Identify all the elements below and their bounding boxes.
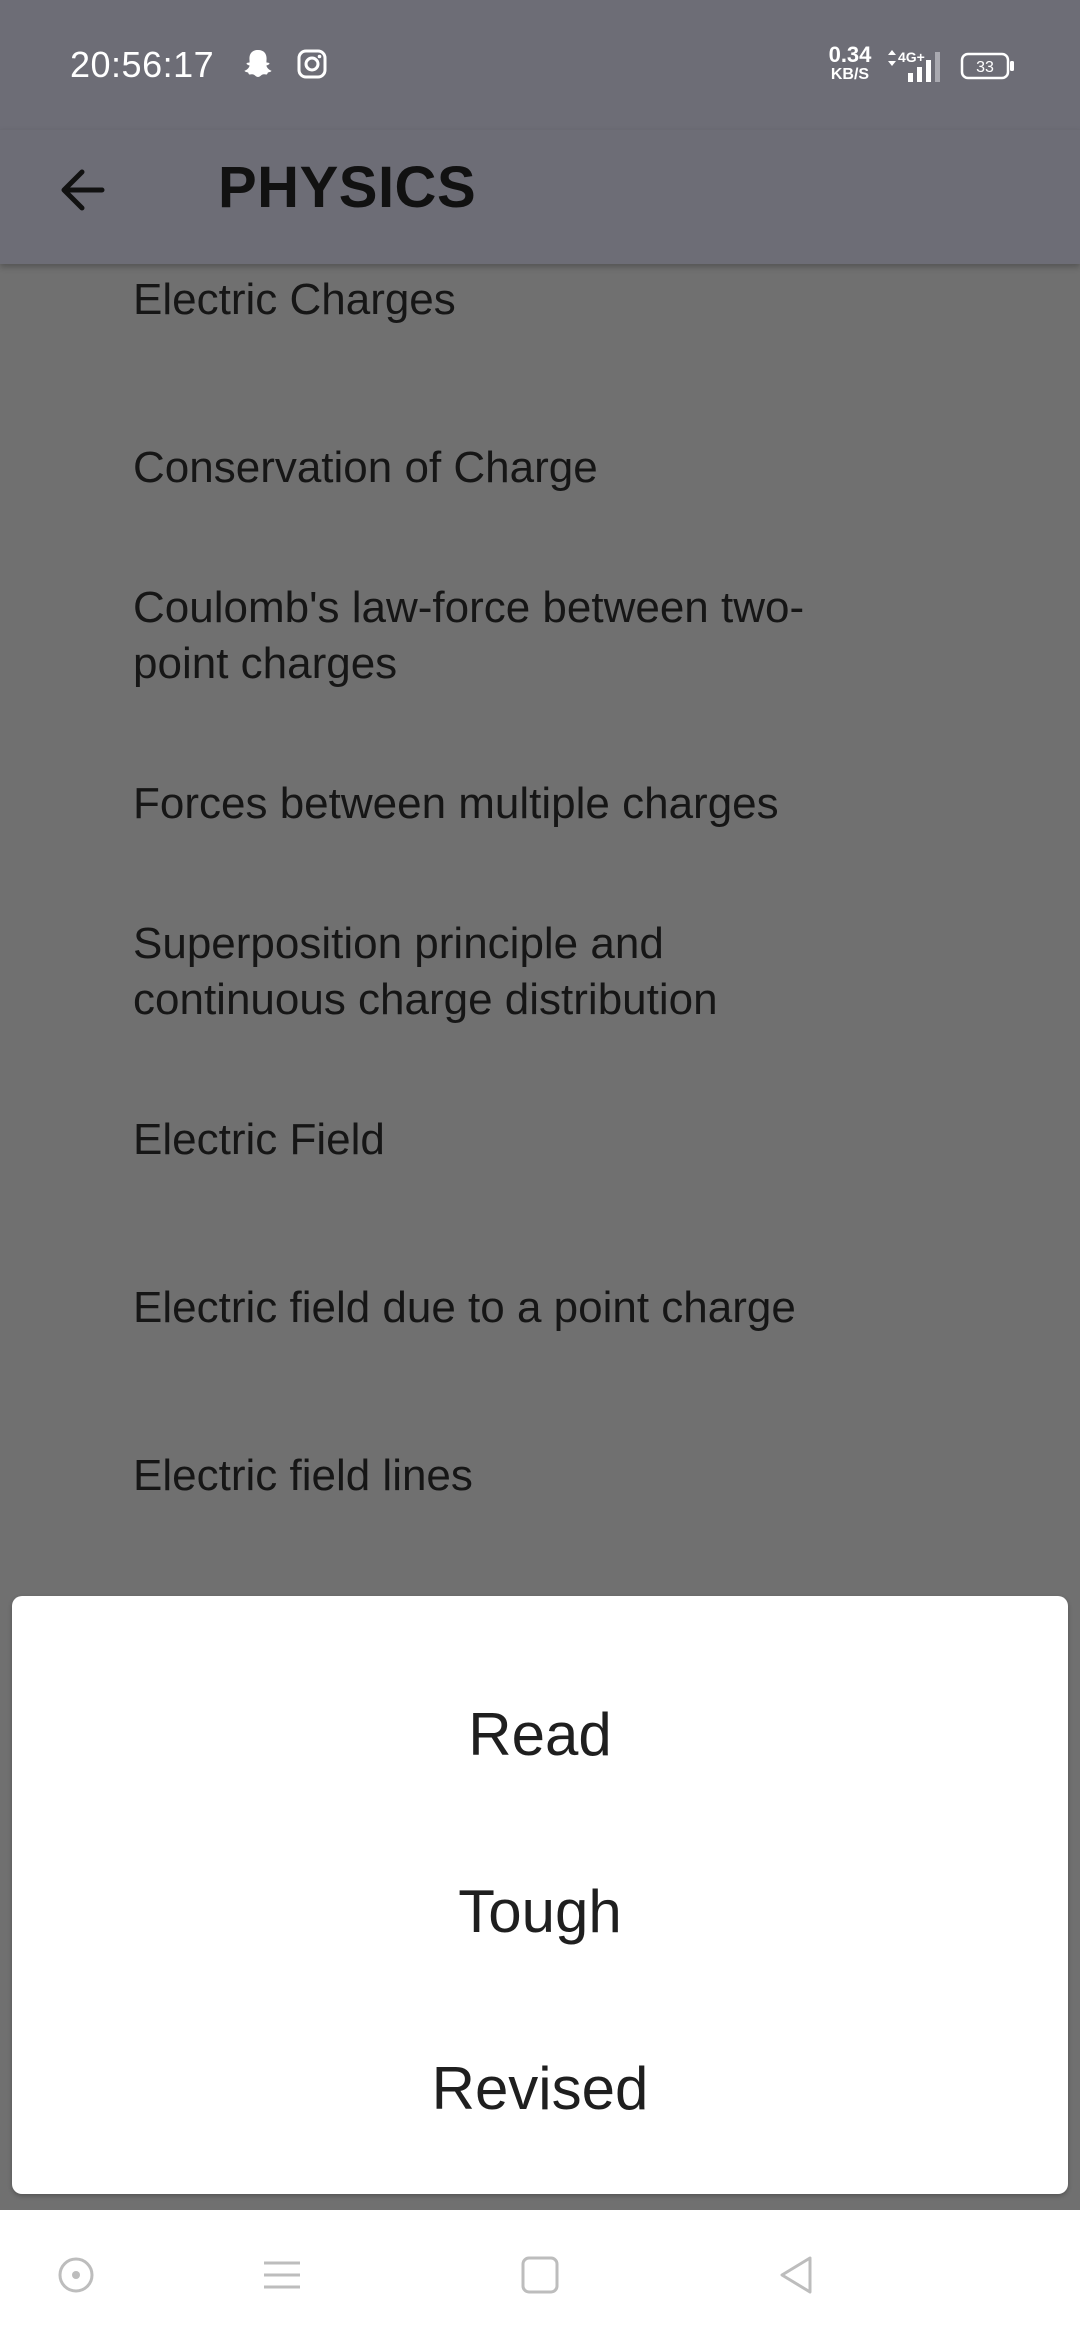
home-icon[interactable] [520, 2255, 560, 2295]
topic-item[interactable]: Electric field due to a point charge [133, 1280, 953, 1336]
topic-item[interactable]: Superposition principle and continuous c… [133, 916, 953, 1028]
topic-label: Electric Charges [133, 275, 456, 324]
network-type-label: 4G+ [898, 49, 925, 65]
topic-item[interactable]: Coulomb's law-force between two- point c… [133, 580, 953, 692]
menu-icon[interactable] [262, 2255, 302, 2295]
app-bar: PHYSICS [0, 130, 1080, 264]
topic-label: Electric field due to a point charge [133, 1283, 796, 1332]
back-nav-icon[interactable] [776, 2255, 816, 2295]
network-speed: 0.34 KB/S [820, 44, 880, 83]
topic-item[interactable]: Electric Field [133, 1112, 953, 1168]
status-options-sheet: Read Tough Revised [12, 1596, 1068, 2194]
status-time: 20:56:17 [70, 44, 215, 85]
assistant-icon[interactable] [56, 2255, 96, 2295]
topic-label: Forces between multiple charges [133, 779, 779, 828]
topic-item[interactable]: Forces between multiple charges [133, 776, 953, 832]
topic-item[interactable]: Electric field lines [133, 1448, 953, 1504]
topic-item[interactable]: Conservation of Charge [133, 440, 953, 496]
topic-label-line2: continuous charge distribution [133, 975, 718, 1024]
topic-item[interactable]: Electric Charges [133, 272, 953, 328]
option-revised[interactable]: Revised [12, 2028, 1068, 2148]
network-speed-unit: KB/S [830, 66, 870, 83]
topic-label: Electric Field [133, 1115, 385, 1164]
back-arrow-icon[interactable] [52, 158, 116, 222]
instagram-icon [297, 49, 327, 79]
system-nav-bar [0, 2210, 1080, 2340]
option-read[interactable]: Read [12, 1674, 1068, 1794]
snapchat-icon [244, 50, 272, 77]
topic-label: Coulomb's law-force between two- [133, 583, 805, 632]
status-bar: 20:56:17 0.34 KB/S 4G+ 33 [0, 0, 1080, 130]
battery-icon: 33 [960, 52, 1014, 80]
battery-level: 33 [976, 59, 994, 76]
topic-label-line2: point charges [133, 639, 398, 688]
signal-icon: 4G+ [888, 49, 940, 82]
topic-label: Electric field lines [133, 1451, 473, 1500]
topic-label: Conservation of Charge [133, 443, 598, 492]
screen: 20:56:17 0.34 KB/S 4G+ 33 PHYSICS Electr… [0, 0, 1080, 2340]
network-speed-value: 0.34 [828, 42, 872, 67]
option-tough[interactable]: Tough [12, 1851, 1068, 1971]
page-title: PHYSICS [218, 155, 477, 220]
topic-list: Electric Charges Conservation of Charge … [0, 264, 1080, 1594]
topic-label: Superposition principle and [133, 919, 664, 968]
